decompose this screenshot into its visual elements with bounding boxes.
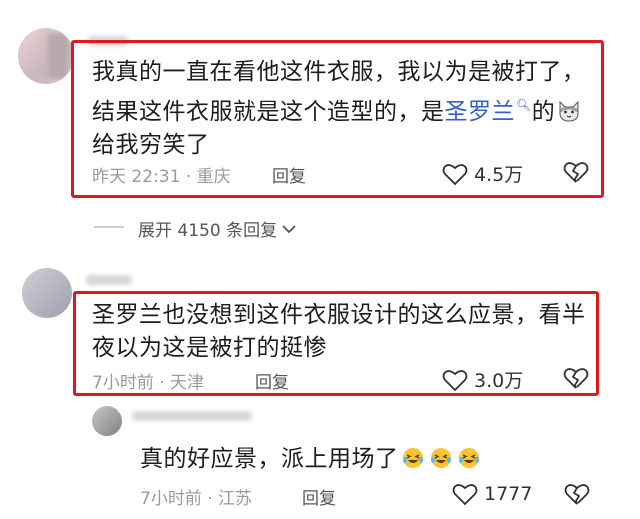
broken-heart-icon[interactable] (563, 366, 589, 390)
reply-text: 真的好应景，派上用场了 (140, 443, 610, 476)
cat-face-emoji (559, 100, 580, 122)
heart-icon (452, 484, 478, 506)
like-count: 1777 (484, 483, 533, 505)
heart-icon (442, 369, 468, 391)
reply-time-location: 7小时前 · 江苏 (140, 489, 253, 509)
search-icon: 🔍︎ (516, 98, 532, 112)
like-button[interactable]: 4.5万 (442, 160, 523, 187)
heart-icon (442, 163, 468, 185)
reply-button[interactable]: 回复 (302, 484, 336, 509)
laughing-crying-emoji (458, 448, 479, 468)
like-count: 3.0万 (474, 370, 524, 392)
comment-text: 我真的一直在看他这件衣服，我以为是被打了，结果这件衣服就是这个造型的，是圣罗兰🔍… (92, 59, 586, 158)
laughing-crying-emoji (430, 448, 451, 468)
divider (94, 226, 124, 228)
comment-time-location: 7小时前 · 天津 (92, 373, 205, 393)
reply-button[interactable]: 回复 (272, 162, 306, 187)
broken-heart-icon[interactable] (564, 482, 590, 506)
like-count: 4.5万 (474, 164, 524, 186)
broken-heart-icon[interactable] (563, 160, 589, 184)
search-link[interactable]: 圣罗兰🔍︎ (445, 98, 532, 125)
comment-text: 圣罗兰也没想到这件衣服设计的这么应景，看半夜以为这是被打的挺惨 (92, 302, 586, 361)
like-button[interactable]: 1777 (452, 482, 532, 506)
avatar[interactable] (18, 28, 74, 84)
reply-button[interactable]: 回复 (255, 368, 289, 393)
laughing-crying-emoji (402, 448, 423, 468)
comment-time-location: 昨天 22:31 · 重庆 (92, 167, 231, 187)
avatar[interactable] (92, 406, 122, 436)
avatar[interactable] (22, 268, 72, 318)
expand-replies-button[interactable]: 展开 4150 条回复 (138, 216, 297, 241)
like-button[interactable]: 3.0万 (442, 366, 523, 393)
username-blurred (132, 411, 252, 421)
chevron-down-icon (282, 224, 296, 233)
username-blurred (86, 275, 132, 285)
